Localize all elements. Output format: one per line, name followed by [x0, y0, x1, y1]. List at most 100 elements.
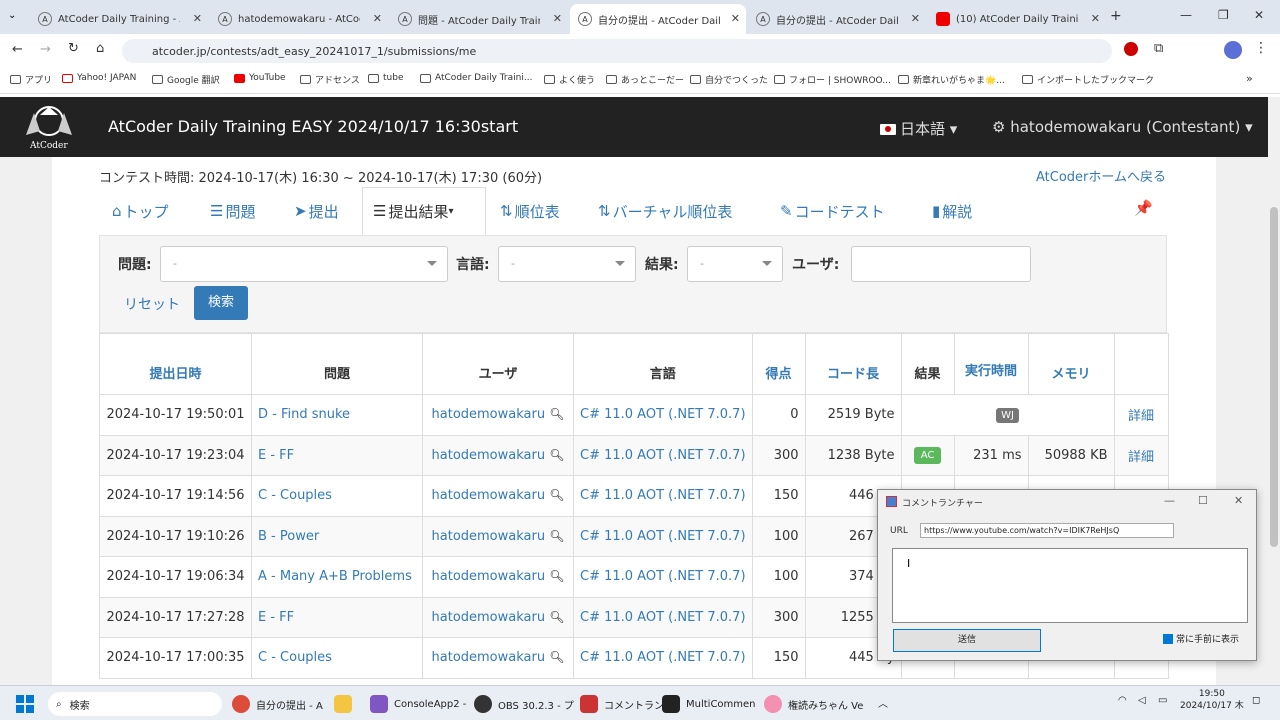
bookmark-item[interactable]: 新章れいがちゃま🌟...: [898, 73, 1005, 86]
language-link[interactable]: C# 11.0 AOT (.NET 7.0.7): [573, 596, 753, 638]
language-dropdown[interactable]: 日本語 ▾: [880, 118, 957, 139]
column-header-score[interactable]: 得点: [751, 333, 806, 395]
bookmark-folder[interactable]: インポートしたブックマーク: [1022, 73, 1154, 86]
bookmark-item[interactable]: AtCoder Daily Traini...: [420, 73, 532, 83]
tab-virtual-standings[interactable]: ⇅ バーチャル順位表: [588, 187, 742, 235]
column-header-memory[interactable]: メモリ: [1027, 333, 1115, 395]
search-icon[interactable]: 🔍︎: [549, 448, 564, 462]
language-select[interactable]: -: [498, 246, 636, 282]
language-link[interactable]: C# 11.0 AOT (.NET 7.0.7): [573, 394, 753, 436]
user-cell[interactable]: hatodemowakaru 🔍︎: [422, 556, 574, 598]
bookmark-folder[interactable]: tube: [368, 73, 403, 83]
close-icon[interactable]: ✕: [193, 12, 202, 25]
page-scrollbar[interactable]: [1268, 97, 1280, 685]
windows-start-icon[interactable]: [16, 695, 34, 713]
language-link[interactable]: C# 11.0 AOT (.NET 7.0.7): [573, 475, 753, 517]
search-button[interactable]: 検索: [194, 286, 248, 320]
taskbar-clock[interactable]: 19:50 2024/10/17 木: [1180, 688, 1244, 712]
maximize-icon[interactable]: ☐: [1198, 494, 1208, 507]
profile-avatar[interactable]: [1224, 41, 1242, 59]
problem-link[interactable]: B - Power: [251, 515, 423, 557]
close-window-icon[interactable]: ✕: [1254, 8, 1264, 22]
close-icon[interactable]: ✕: [731, 12, 740, 25]
close-icon[interactable]: ✕: [373, 12, 382, 25]
extensions-puzzle-icon[interactable]: ⧉: [1154, 41, 1163, 56]
user-cell[interactable]: hatodemowakaru 🔍︎: [422, 394, 574, 436]
user-dropdown[interactable]: ⚙ hatodemowakaru (Contestant) ▾: [992, 118, 1253, 136]
address-bar[interactable]: atcoder.jp/contests/adt_easy_20241017_1/…: [122, 39, 1112, 63]
search-icon[interactable]: 🔍︎: [549, 407, 564, 421]
reset-link[interactable]: リセット: [124, 294, 180, 314]
browser-tab[interactable]: AAtCoder Daily Training - AtCo✕: [30, 4, 208, 34]
user-cell[interactable]: hatodemowakaru 🔍︎: [422, 515, 574, 557]
browser-tab[interactable]: (10) AtCoder Daily Training E✕: [928, 4, 1106, 34]
column-header-date[interactable]: 提出日時: [99, 333, 252, 395]
search-icon[interactable]: 🔍︎: [549, 529, 564, 543]
speaker-icon[interactable]: ◁: [1138, 695, 1146, 706]
menu-kebab-icon[interactable]: ⋮: [1254, 40, 1268, 56]
user-cell[interactable]: hatodemowakaru 🔍︎: [422, 434, 574, 476]
bookmark-folder[interactable]: 自分でつくった: [690, 73, 768, 86]
url-field[interactable]: https://www.youtube.com/watch?v=IDIK7ReH…: [920, 523, 1174, 538]
column-header-exec-time[interactable]: 実行時間: [953, 333, 1029, 395]
browser-tab[interactable]: A問題 - AtCoder Daily Training✕: [390, 4, 568, 34]
tab-standings[interactable]: ⇅ 順位表: [490, 187, 570, 235]
close-icon[interactable]: ✕: [911, 12, 920, 25]
taskbar-app[interactable]: MultiCommen: [662, 695, 756, 713]
user-cell[interactable]: hatodemowakaru 🔍︎: [422, 637, 574, 679]
taskbar-app[interactable]: 自分の提出 - A: [232, 695, 323, 713]
scrollbar-thumb[interactable]: [1270, 207, 1278, 547]
bookmark-folder[interactable]: よく使う: [544, 73, 595, 86]
tab-list-icon[interactable]: ⌄: [8, 10, 16, 21]
browser-tab-active[interactable]: A自分の提出 - AtCoder Daily T✕: [570, 4, 746, 34]
tab-problems[interactable]: ☰ 問題: [200, 187, 265, 235]
language-link[interactable]: C# 11.0 AOT (.NET 7.0.7): [573, 556, 753, 598]
language-link[interactable]: C# 11.0 AOT (.NET 7.0.7): [573, 515, 753, 557]
search-icon[interactable]: 🔍︎: [549, 569, 564, 583]
bookmark-item[interactable]: フォロー | SHOWROO...: [774, 73, 891, 86]
close-icon[interactable]: ✕: [1234, 494, 1243, 507]
wifi-icon[interactable]: ◠: [1118, 695, 1127, 706]
browser-tab[interactable]: A自分の提出 - AtCoder Daily T✕: [748, 4, 926, 34]
user-input[interactable]: [851, 246, 1031, 282]
back-icon[interactable]: ←: [12, 42, 23, 57]
bookmark-item[interactable]: アドセンス: [300, 73, 360, 86]
minimize-icon[interactable]: —: [1164, 494, 1175, 507]
bookmark-item[interactable]: アプリ: [10, 73, 52, 86]
bookmark-item[interactable]: Google 翻訳: [152, 73, 220, 86]
problem-link[interactable]: D - Find snuke: [251, 394, 423, 436]
taskbar-search[interactable]: ⌕ 検索: [48, 692, 222, 716]
taskbar-app[interactable]: 権読みちゃん Ve: [764, 695, 863, 713]
taskbar-app[interactable]: [334, 695, 358, 713]
forward-icon[interactable]: →: [40, 42, 51, 57]
restore-icon[interactable]: ❐: [1218, 8, 1229, 22]
battery-icon[interactable]: ▭: [1158, 695, 1167, 706]
comment-textarea[interactable]: I: [892, 548, 1248, 623]
browser-tab[interactable]: Ahatodemowakaru - AtCoder✕: [210, 4, 388, 34]
detail-link[interactable]: 詳細: [1113, 394, 1169, 436]
result-select[interactable]: -: [687, 246, 783, 282]
bookmark-item[interactable]: Yahoo! JAPAN: [62, 73, 136, 83]
taskbar-app[interactable]: ConsoleApp2 -: [370, 695, 466, 713]
user-cell[interactable]: hatodemowakaru 🔍︎: [422, 475, 574, 517]
bookmark-item[interactable]: YouTube: [234, 73, 286, 83]
home-link[interactable]: AtCoderホームへ戻る: [1036, 166, 1166, 185]
problem-link[interactable]: E - FF: [251, 434, 423, 476]
user-cell[interactable]: hatodemowakaru 🔍︎: [422, 596, 574, 638]
extension-icon[interactable]: [1124, 42, 1138, 56]
search-icon[interactable]: 🔍︎: [549, 650, 564, 664]
problem-link[interactable]: C - Couples: [251, 475, 423, 517]
taskbar-app[interactable]: OBS 30.2.3 - プ: [474, 695, 574, 713]
taskbar-app[interactable]: コメントラン: [580, 695, 664, 713]
search-icon[interactable]: 🔍︎: [549, 610, 564, 624]
tab-submit[interactable]: ➤ 提出: [284, 187, 349, 235]
more-bookmarks-icon[interactable]: »: [1246, 72, 1253, 85]
notification-icon[interactable]: ◻: [1252, 695, 1260, 706]
language-link[interactable]: C# 11.0 AOT (.NET 7.0.7): [573, 434, 753, 476]
new-tab-icon[interactable]: +: [1110, 8, 1122, 24]
search-icon[interactable]: 🔍︎: [549, 488, 564, 502]
close-icon[interactable]: ✕: [553, 12, 562, 25]
always-on-top-checkbox[interactable]: 常に手前に表示: [1163, 632, 1239, 645]
column-header-code-length[interactable]: コード長: [804, 333, 902, 395]
tab-top[interactable]: ⌂ トップ: [102, 187, 179, 235]
